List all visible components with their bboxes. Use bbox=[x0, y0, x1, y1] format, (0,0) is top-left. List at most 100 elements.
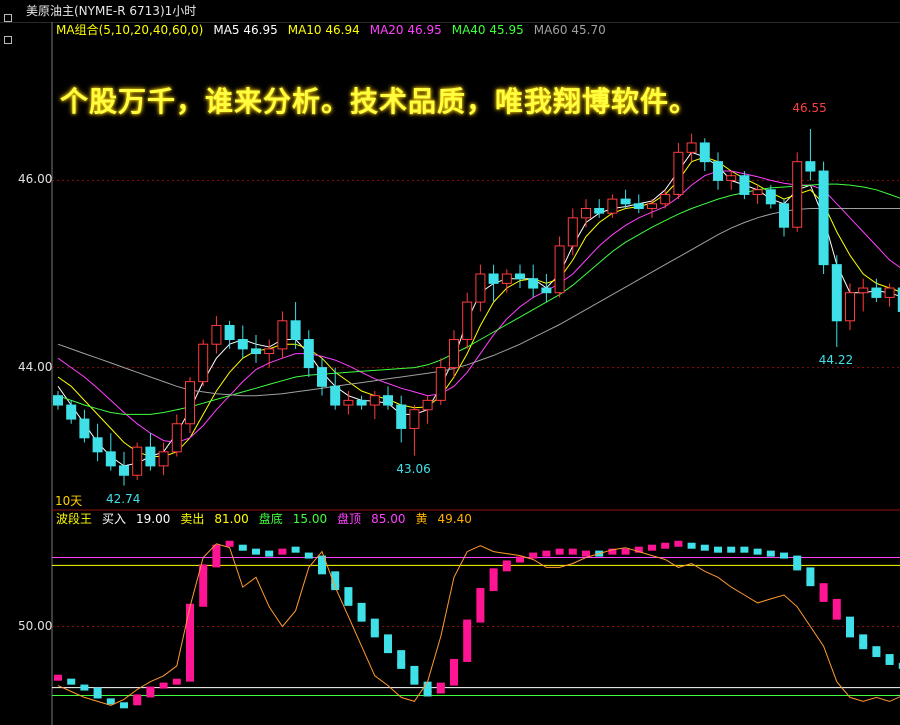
osc-legend-item-8: 85.00 bbox=[371, 512, 406, 526]
candle-body-12 bbox=[211, 324, 222, 345]
candle-body-29 bbox=[435, 367, 446, 401]
osc-band-fill-23 bbox=[357, 602, 366, 619]
osc-band-fill-57 bbox=[806, 567, 815, 584]
candle-body-4 bbox=[105, 451, 116, 467]
candle-body-26 bbox=[396, 404, 407, 429]
osc-band-5 bbox=[120, 702, 128, 709]
osc-band-40 bbox=[582, 550, 590, 557]
osc-band-45 bbox=[648, 544, 656, 551]
candle-body-47 bbox=[673, 151, 684, 195]
ma-legend-item-1: MA5 46.95 bbox=[213, 23, 278, 37]
candle-body-36 bbox=[528, 278, 539, 289]
candle-body-16 bbox=[264, 348, 275, 355]
osc-legend-item-10: 49.40 bbox=[437, 512, 472, 526]
osc-band-fill-31 bbox=[463, 622, 472, 662]
osc-band-8 bbox=[159, 682, 168, 689]
candle-body-0 bbox=[53, 395, 63, 406]
candle-body-42 bbox=[607, 198, 618, 214]
candle-body-50 bbox=[713, 161, 723, 181]
candle-body-49 bbox=[699, 142, 710, 163]
osc-band-fill-3 bbox=[93, 687, 102, 696]
osc-band-fill-6 bbox=[133, 697, 142, 706]
candle-body-14 bbox=[237, 339, 248, 350]
candle-body-8 bbox=[158, 451, 169, 467]
ma-legend-item-5: MA60 45.70 bbox=[533, 23, 606, 37]
osc-band-15 bbox=[252, 548, 260, 555]
candle-body-11 bbox=[198, 343, 209, 383]
candle-body-46 bbox=[660, 193, 671, 205]
osc-band-55 bbox=[780, 552, 788, 559]
candle-body-31 bbox=[462, 301, 473, 341]
candle-body-22 bbox=[343, 399, 354, 406]
osc-band-fill-11 bbox=[199, 567, 208, 607]
candle-body-28 bbox=[422, 399, 433, 411]
osc-band-fill-30 bbox=[450, 661, 458, 686]
ma20-line bbox=[57, 170, 900, 444]
candle-body-61 bbox=[858, 287, 869, 294]
candle-body-38 bbox=[554, 245, 565, 294]
osc-band-54 bbox=[766, 550, 775, 557]
osc-band-37 bbox=[542, 550, 551, 557]
candle-body-15 bbox=[251, 348, 261, 355]
candle-body-44 bbox=[633, 203, 644, 209]
osc-band-fill-28 bbox=[423, 681, 432, 694]
oscillator-legend: 波段王 买入 19.00 卖出 81.00 盘底 15.00 盘顶 85.00 黄 49.40 bbox=[56, 511, 482, 527]
candle-body-5 bbox=[119, 465, 129, 476]
osc-legend-item-5: 盘底 bbox=[258, 512, 283, 526]
osc-legend-item-9: 黄 bbox=[415, 512, 428, 526]
candle-body-13 bbox=[224, 324, 235, 341]
osc-band-fill-56 bbox=[793, 555, 802, 568]
osc-band-47 bbox=[674, 540, 683, 547]
candle-body-20 bbox=[317, 367, 327, 387]
osc-band-38 bbox=[555, 548, 564, 555]
candle-body-59 bbox=[831, 264, 842, 322]
candle-body-25 bbox=[383, 395, 393, 406]
ma-legend-item-3: MA20 46.95 bbox=[369, 23, 442, 37]
candle-body-19 bbox=[303, 339, 314, 369]
ma-legend-item-2: MA10 46.94 bbox=[287, 23, 360, 37]
osc-band-49 bbox=[700, 544, 709, 551]
candle-body-17 bbox=[277, 320, 288, 350]
osc-band-fill-24 bbox=[370, 618, 379, 635]
osc-band-fill-7 bbox=[146, 689, 155, 698]
candle-body-41 bbox=[594, 207, 605, 214]
candle-body-27 bbox=[409, 409, 420, 429]
osc-legend-item-3: 卖出 bbox=[180, 512, 205, 526]
osc-legend-item-0: 波段王 bbox=[56, 512, 93, 526]
osc-band-52 bbox=[740, 546, 749, 553]
osc-band-50 bbox=[714, 546, 722, 553]
candle-body-9 bbox=[171, 423, 182, 453]
candle-body-52 bbox=[739, 175, 750, 195]
slogan-banner: 个股万千，谁来分析。技术品质，唯我翔博软件。 bbox=[60, 85, 699, 118]
osc-band-fill-22 bbox=[344, 587, 353, 603]
period-label: 10天 bbox=[55, 494, 83, 508]
osc-band-9 bbox=[172, 678, 181, 685]
candle-body-1 bbox=[66, 404, 77, 420]
osc-band-fill-61 bbox=[859, 634, 868, 647]
candle-body-60 bbox=[845, 292, 855, 322]
candle-body-53 bbox=[752, 189, 763, 195]
osc-band-fill-63 bbox=[885, 654, 894, 662]
osc-band-fill-29 bbox=[436, 685, 445, 694]
candle-body-56 bbox=[792, 161, 803, 228]
osc-band-fill-33 bbox=[489, 571, 498, 592]
osc-y-tick-label-0: 50.00 bbox=[18, 618, 53, 633]
osc-band-46 bbox=[661, 542, 670, 549]
osc-band-2 bbox=[80, 684, 89, 691]
candle-body-32 bbox=[475, 273, 486, 303]
candle-body-18 bbox=[290, 320, 301, 341]
osc-legend-item-4: 81.00 bbox=[214, 512, 249, 526]
candle-body-23 bbox=[356, 399, 367, 406]
osc-band-1 bbox=[67, 678, 76, 685]
candle-body-21 bbox=[330, 385, 341, 406]
price-annotation-3: 44.22 bbox=[818, 353, 854, 367]
ma-legend-item-0: MA组合(5,10,20,40,60,0) bbox=[56, 23, 204, 37]
osc-band-48 bbox=[687, 542, 696, 549]
candle-body-63 bbox=[884, 287, 895, 298]
osc-band-fill-26 bbox=[397, 650, 406, 666]
osc-band-fill-12 bbox=[212, 547, 221, 568]
candle-body-7 bbox=[145, 446, 156, 467]
osc-band-14 bbox=[238, 544, 247, 551]
osc-band-0 bbox=[54, 674, 62, 681]
osc-line bbox=[57, 543, 900, 706]
